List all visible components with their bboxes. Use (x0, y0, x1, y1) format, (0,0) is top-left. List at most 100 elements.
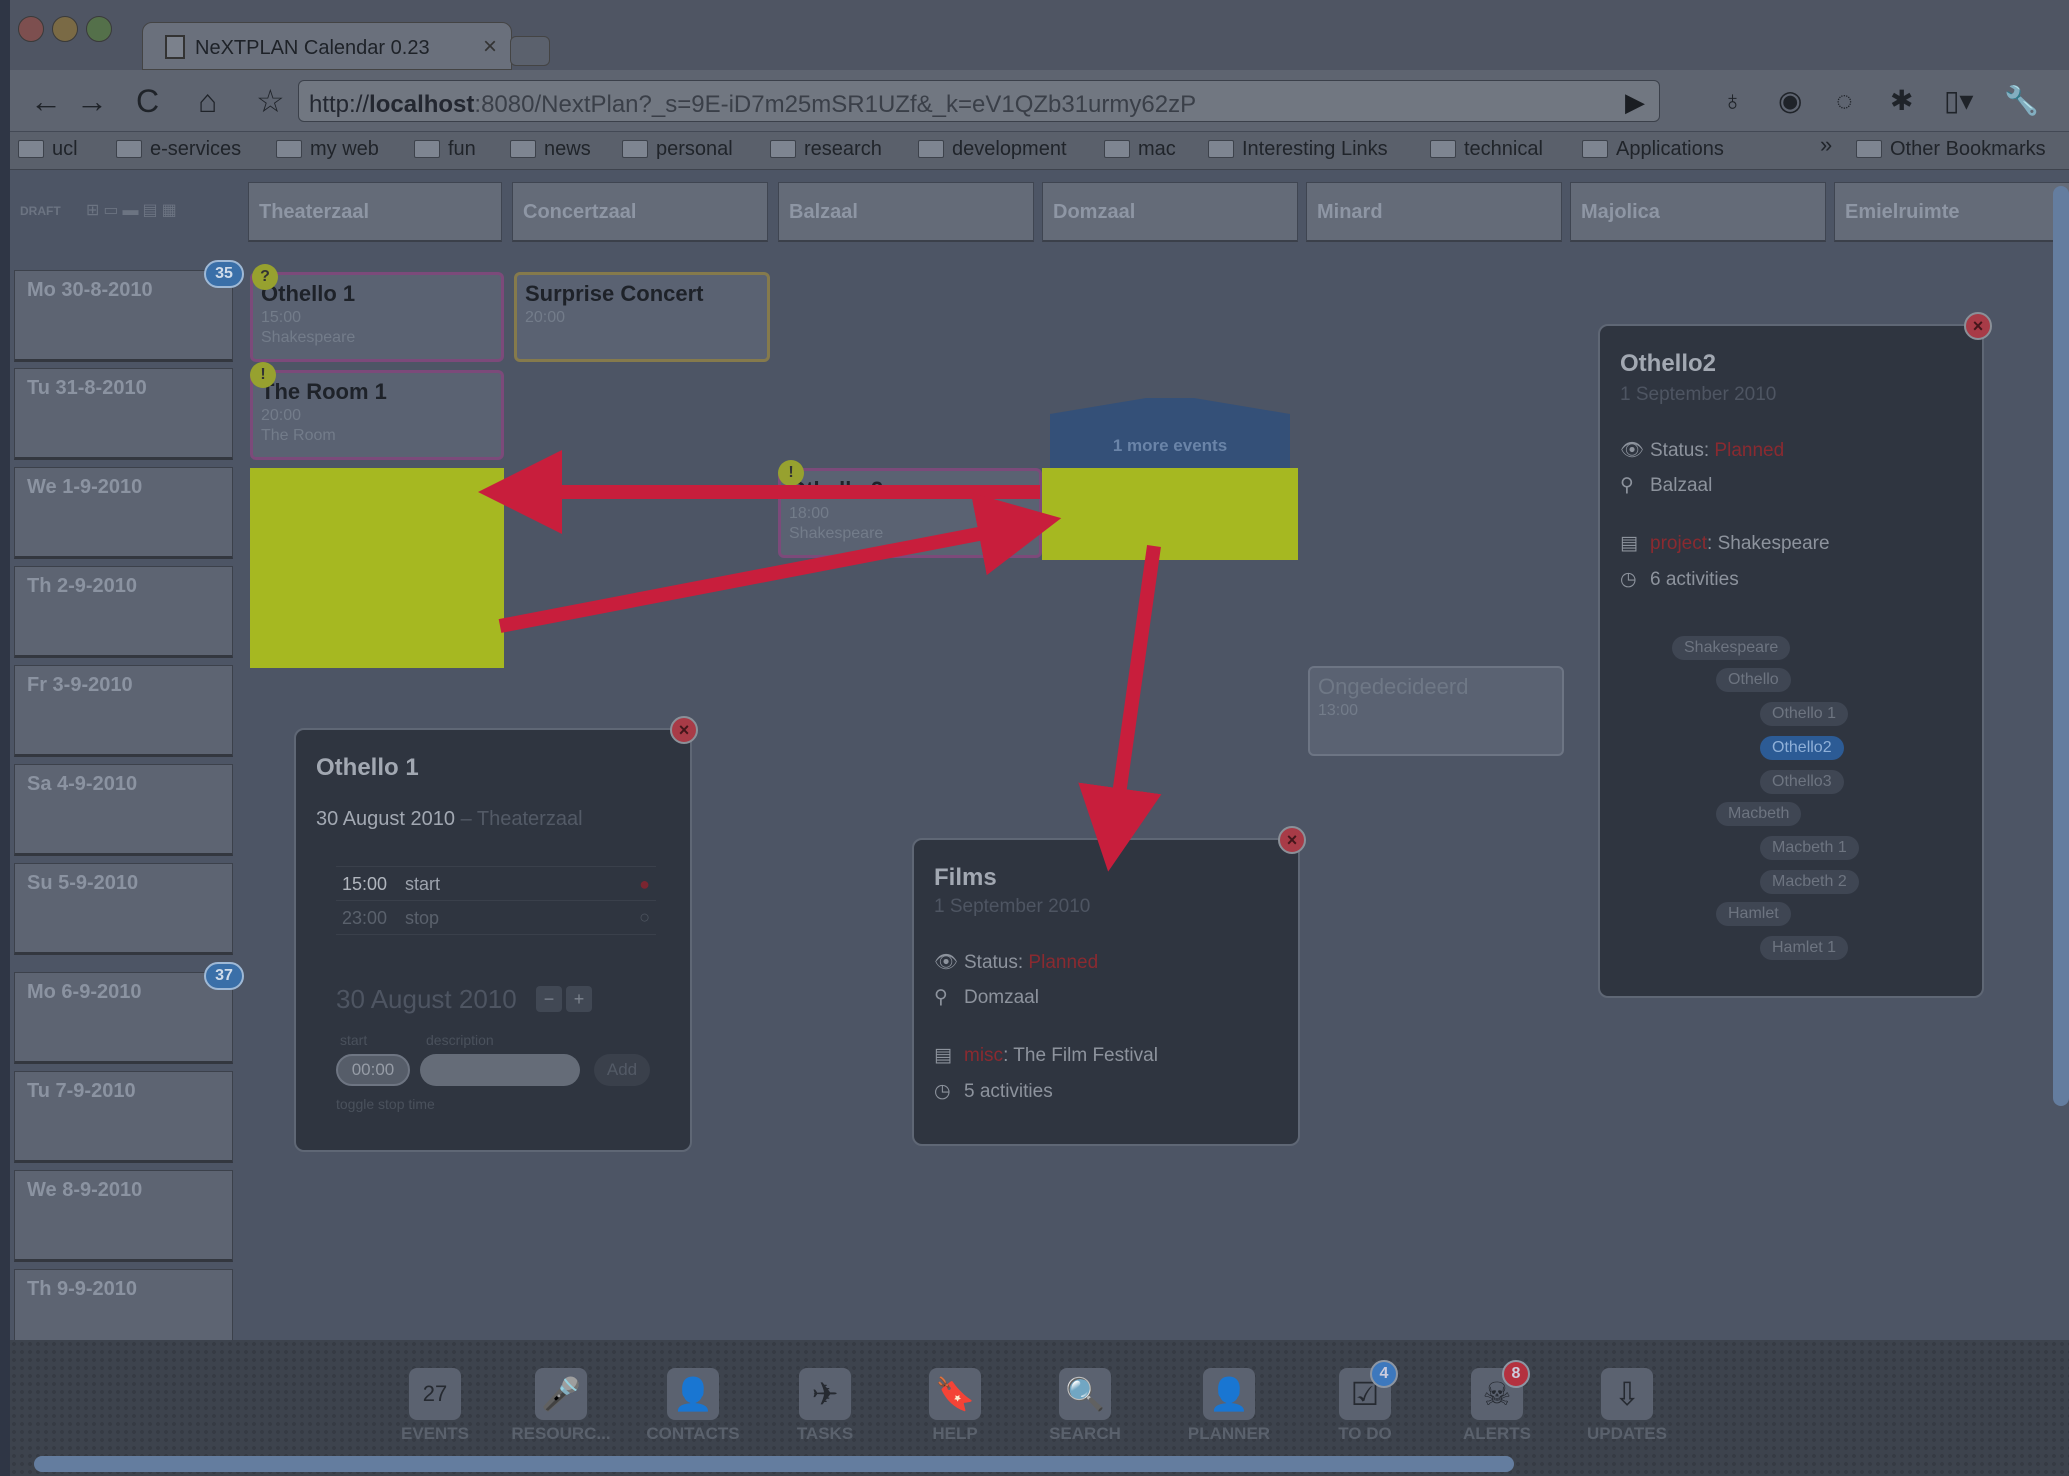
bookmark-folder[interactable]: ucl (18, 138, 78, 161)
day-header[interactable]: We 1-9-2010 (14, 467, 233, 559)
browser-tab[interactable]: NeXTPLAN Calendar 0.23 × (142, 22, 512, 70)
bookmark-folder[interactable]: my web (276, 138, 379, 161)
day-header[interactable]: Mo 30-8-2010 (14, 270, 233, 362)
tree-node-play[interactable]: Othello (1716, 668, 1791, 692)
forward-icon[interactable]: → (76, 84, 108, 118)
tree-node-event-selected[interactable]: Othello2 (1760, 736, 1844, 760)
close-popup-icon[interactable]: × (1278, 826, 1306, 854)
globe-icon[interactable]: ◌ (1836, 84, 1853, 118)
close-window-button[interactable] (18, 16, 44, 42)
dock-alerts[interactable]: ☠ ALERTS 8 (1442, 1360, 1552, 1458)
toggle-stop-time-link[interactable]: toggle stop time (336, 1096, 435, 1112)
extension-icon[interactable]: ♁ (1722, 84, 1743, 118)
room-header[interactable]: Domzaal (1042, 182, 1298, 242)
alerts-count-badge: 8 (1502, 1360, 1530, 1388)
activity-row[interactable]: 23:00 stop ○ (336, 901, 656, 935)
activities-row[interactable]: ◷ 6 activities (1620, 568, 1739, 591)
activities-row[interactable]: ◷ 5 activities (934, 1080, 1053, 1103)
puzzle-icon[interactable]: ✱ (1890, 84, 1913, 118)
bookmark-folder[interactable]: personal (622, 138, 733, 161)
close-tab-icon[interactable]: × (483, 33, 497, 61)
day-header[interactable]: Mo 6-9-2010 (14, 972, 233, 1064)
home-icon[interactable]: ⌂ (198, 84, 217, 118)
vertical-scrollbar[interactable] (2053, 186, 2069, 1106)
tree-node-event[interactable]: Othello 1 (1760, 702, 1849, 726)
other-bookmarks[interactable]: Other Bookmarks (1856, 138, 2046, 161)
tree-node-play[interactable]: Hamlet (1716, 902, 1791, 926)
reload-icon[interactable]: C (136, 84, 159, 118)
delete-dot-icon: ○ (639, 907, 650, 927)
more-events-indicator[interactable]: 1 more events (1050, 398, 1290, 478)
event-othello-balzaal[interactable]: Othello 2 18:00 Shakespeare (778, 468, 1042, 558)
bookmark-icon: 🔖 (929, 1368, 981, 1420)
bookmark-folder[interactable]: development (918, 138, 1067, 161)
more-events-label: 1 more events (1112, 436, 1228, 455)
start-time-input[interactable]: 00:00 (336, 1054, 410, 1086)
activity-list: 15:00 start ● 23:00 stop ○ (336, 866, 656, 935)
tree-node-event[interactable]: Hamlet 1 (1760, 936, 1849, 960)
back-icon[interactable]: ← (30, 84, 62, 118)
bookmark-star-icon[interactable]: ☆ (256, 84, 285, 118)
day-header[interactable]: Fr 3-9-2010 (14, 665, 233, 757)
view-mode-icons[interactable]: ⊞▭▬▤▦ (86, 200, 181, 220)
day-header[interactable]: Tu 31-8-2010 (14, 368, 233, 460)
room-header[interactable]: Balzaal (778, 182, 1034, 242)
day-header[interactable]: Tu 7-9-2010 (14, 1071, 233, 1163)
dock-contacts[interactable]: 👤 CONTACTS (638, 1368, 748, 1458)
dock-tasks[interactable]: ✈ TASKS (770, 1368, 880, 1458)
day-header[interactable]: Su 5-9-2010 (14, 863, 233, 955)
bookmark-folder[interactable]: Applications (1582, 138, 1724, 161)
room-header[interactable]: Emielruimte (1834, 182, 2069, 242)
tree-node-project[interactable]: Shakespeare (1672, 636, 1791, 660)
room-header[interactable]: Theaterzaal (248, 182, 502, 242)
zoom-window-button[interactable] (86, 16, 112, 42)
bookmark-folder[interactable]: e-services (116, 138, 241, 161)
event-othello-1[interactable]: Othello 1 15:00 Shakespeare (250, 272, 504, 362)
dock-planner[interactable]: 👤 PLANNER (1174, 1368, 1284, 1458)
tree-node-event[interactable]: Macbeth 1 (1760, 836, 1859, 860)
room-header[interactable]: Minard (1306, 182, 1562, 242)
dock-todo[interactable]: ☑ TO DO 4 (1310, 1360, 1420, 1458)
bookmark-folder[interactable]: news (510, 138, 591, 161)
dock-search[interactable]: 🔍 SEARCH (1030, 1368, 1140, 1458)
event-surprise-concert[interactable]: Surprise Concert 20:00 (514, 272, 770, 362)
close-popup-icon[interactable]: × (670, 716, 698, 744)
dock-events[interactable]: 27 EVENTS (380, 1368, 490, 1458)
tree-node-event[interactable]: Othello3 (1760, 770, 1844, 794)
bookmark-folder[interactable]: Interesting Links (1208, 138, 1388, 161)
day-header[interactable]: We 8-9-2010 (14, 1170, 233, 1262)
record-icon[interactable]: ◉ (1778, 84, 1802, 118)
horizontal-scrollbar[interactable] (34, 1456, 1514, 1472)
event-the-room-1[interactable]: The Room 1 20:00 The Room (250, 370, 504, 460)
description-input[interactable] (420, 1054, 580, 1086)
day-header[interactable]: Sa 4-9-2010 (14, 764, 233, 856)
dock-help[interactable]: 🔖 HELP (900, 1368, 1010, 1458)
bookmarks-overflow[interactable]: » (1820, 132, 1832, 158)
day-header[interactable]: Th 2-9-2010 (14, 566, 233, 658)
microphone-icon: 🎤 (535, 1368, 587, 1420)
room-header[interactable]: Concertzaal (512, 182, 768, 242)
day-header[interactable]: Th 9-9-2010 (14, 1269, 233, 1340)
room-header[interactable]: Majolica (1570, 182, 1826, 242)
date-increment-button[interactable]: + (566, 986, 592, 1012)
date-decrement-button[interactable]: − (536, 986, 562, 1012)
go-icon[interactable]: ▶ (1625, 87, 1645, 118)
new-tab-button[interactable] (510, 36, 550, 66)
activity-row[interactable]: 15:00 start ● (336, 867, 656, 901)
bookmark-folder[interactable]: mac (1104, 138, 1176, 161)
page-menu-icon[interactable]: ▯▾ (1944, 84, 1973, 118)
briefcase-icon: ▤ (934, 1045, 952, 1066)
bookmark-folder[interactable]: research (770, 138, 882, 161)
close-popup-icon[interactable]: × (1964, 312, 1992, 340)
dock-updates[interactable]: ⇩ UPDATES (1572, 1368, 1682, 1458)
minimize-window-button[interactable] (52, 16, 78, 42)
event-ongedecideerd[interactable]: Ongedecideerd 13:00 (1308, 666, 1564, 756)
bookmark-folder[interactable]: fun (414, 138, 476, 161)
tree-node-event[interactable]: Macbeth 2 (1760, 870, 1859, 894)
bookmark-folder[interactable]: technical (1430, 138, 1543, 161)
tree-node-play[interactable]: Macbeth (1716, 802, 1802, 826)
address-bar[interactable]: http://localhost:8080/NextPlan?_s=9E-iD7… (298, 80, 1660, 122)
wrench-icon[interactable]: 🔧 (2004, 84, 2039, 118)
dock-resources[interactable]: 🎤 RESOURC... (506, 1368, 616, 1458)
add-activity-button[interactable]: Add (594, 1054, 650, 1086)
